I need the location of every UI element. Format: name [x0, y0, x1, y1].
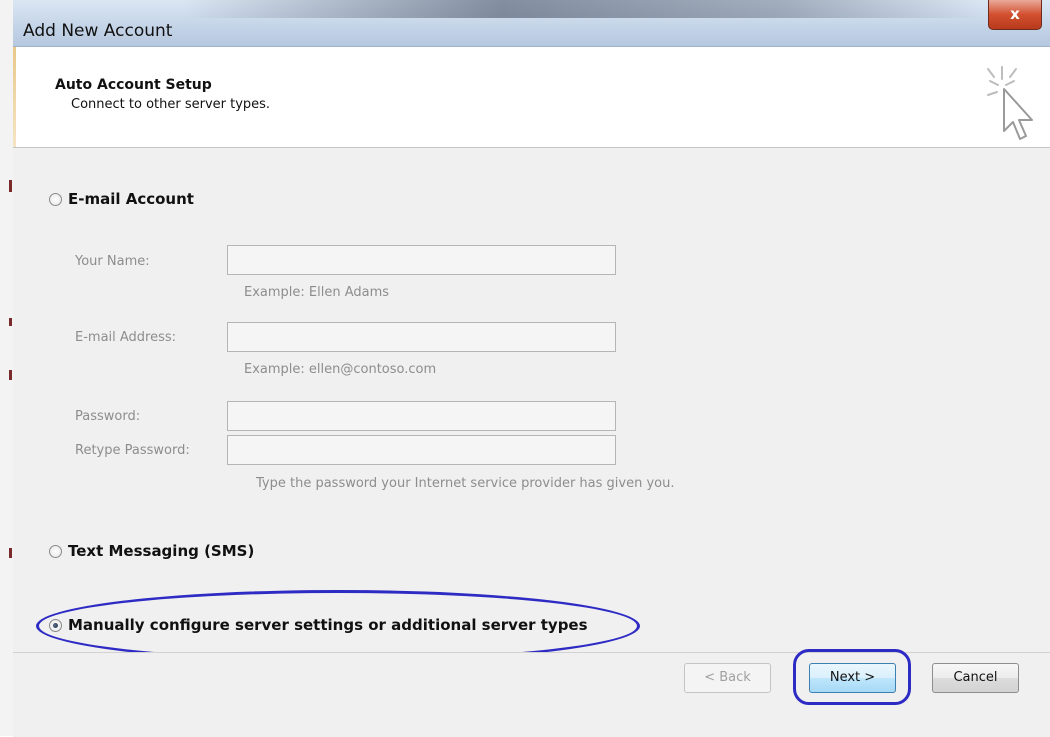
title-bar-glare: [183, 0, 983, 18]
email-account-label: E-mail Account: [68, 190, 194, 208]
email-address-input[interactable]: [227, 322, 616, 352]
close-button[interactable]: x: [988, 0, 1042, 30]
retype-password-input[interactable]: [227, 435, 616, 465]
cancel-button[interactable]: Cancel: [932, 663, 1019, 693]
email-account-option[interactable]: E-mail Account: [49, 190, 194, 208]
background-window-edge: [0, 0, 14, 736]
your-name-input[interactable]: [227, 245, 616, 275]
password-hint: Type the password your Internet service …: [256, 476, 675, 491]
wizard-content: E-mail Account Your Name: Example: Ellen…: [13, 148, 1050, 662]
manual-configure-label: Manually configure server settings or ad…: [68, 616, 588, 634]
header-accent-stripe: [13, 47, 16, 147]
wizard-footer: < Back Next > Cancel: [13, 649, 1050, 737]
close-icon: x: [1010, 5, 1020, 23]
page-subtitle: Connect to other server types.: [71, 97, 271, 112]
edge-mark: [9, 318, 12, 326]
text-messaging-radio[interactable]: [49, 544, 62, 558]
manual-configure-option[interactable]: Manually configure server settings or ad…: [49, 616, 588, 634]
edge-mark: [9, 180, 12, 192]
text-messaging-option[interactable]: Text Messaging (SMS): [49, 542, 254, 560]
password-label: Password:: [75, 409, 141, 424]
your-name-hint: Example: Ellen Adams: [244, 285, 390, 300]
your-name-label: Your Name:: [75, 254, 150, 269]
edge-mark: [9, 370, 12, 380]
email-address-hint: Example: ellen@contoso.com: [244, 362, 437, 377]
title-bar[interactable]: Add New Account x: [13, 0, 1050, 47]
next-button[interactable]: Next >: [809, 663, 896, 693]
password-input[interactable]: [227, 401, 616, 431]
window-title: Add New Account: [23, 21, 173, 41]
email-account-radio[interactable]: [49, 192, 62, 206]
manual-configure-radio[interactable]: [49, 618, 62, 632]
edge-mark: [9, 548, 12, 558]
wizard-cursor-icon: [987, 66, 1033, 140]
email-address-label: E-mail Address:: [75, 330, 177, 345]
back-button[interactable]: < Back: [684, 663, 771, 693]
retype-password-label: Retype Password:: [75, 443, 190, 458]
text-messaging-label: Text Messaging (SMS): [68, 542, 255, 560]
page-title: Auto Account Setup: [55, 77, 212, 93]
wizard-header: Auto Account Setup Connect to other serv…: [13, 47, 1050, 148]
